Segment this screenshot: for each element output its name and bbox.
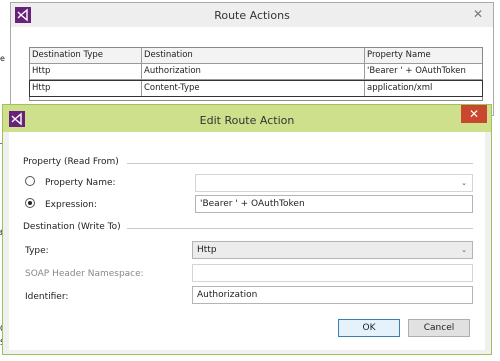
chevron-down-icon: ⌄: [461, 246, 467, 254]
route-actions-titlebar[interactable]: Route Actions ✕: [11, 3, 493, 27]
column-header-destination[interactable]: Destination: [142, 48, 365, 63]
cell-destination-type: Http: [30, 81, 142, 96]
property-name-select[interactable]: ⌄: [195, 174, 473, 192]
background-text: e: [0, 54, 5, 63]
dialog-body: Property (Read From) Property Name: ⌄ Ex…: [9, 132, 485, 350]
close-icon[interactable]: ✕: [469, 6, 487, 22]
expression-label: Expression:: [45, 200, 97, 210]
cell-property-name: application/xml: [367, 83, 433, 93]
type-label: Type:: [25, 246, 49, 256]
expression-radio[interactable]: [25, 198, 35, 208]
cell-destination: Authorization: [142, 64, 365, 79]
type-select[interactable]: Http ⌄: [192, 241, 473, 259]
soap-header-namespace-label: SOAP Header Namespace:: [25, 269, 144, 279]
identifier-label: Identifier:: [25, 292, 69, 302]
type-value: Http: [197, 245, 217, 255]
property-name-radio[interactable]: [25, 176, 35, 186]
cell-property-name: 'Bearer ' + OAuthToken: [367, 66, 466, 76]
cancel-button[interactable]: Cancel: [408, 319, 470, 337]
property-name-label: Property Name:: [45, 178, 116, 188]
section-divider: [127, 228, 473, 229]
route-actions-grid[interactable]: Destination Type Destination Property Na…: [29, 47, 483, 101]
soap-header-namespace-field[interactable]: [192, 264, 473, 282]
close-icon[interactable]: ✕: [461, 105, 487, 123]
cell-destination-type: Http: [30, 64, 142, 79]
edit-route-action-title: Edit Route Action: [199, 114, 295, 127]
ok-button[interactable]: OK: [338, 319, 400, 337]
column-header-property-name[interactable]: Property Name: [365, 48, 482, 63]
edit-route-action-titlebar[interactable]: Edit Route Action ✕: [3, 105, 491, 132]
identifier-field[interactable]: Authorization: [192, 286, 473, 304]
grid-header-row: Destination Type Destination Property Na…: [30, 48, 482, 64]
destination-section-label: Destination (Write To): [23, 222, 121, 232]
chevron-down-icon: ⌄: [461, 179, 467, 187]
route-actions-title: Route Actions: [214, 9, 290, 22]
route-actions-dialog: Route Actions ✕ Destination Type Destina…: [10, 2, 494, 116]
cell-destination: Content-Type: [142, 81, 365, 96]
table-row[interactable]: Http Authorization 'Bearer ' + OAuthToke…: [30, 64, 482, 80]
property-section-label: Property (Read From): [23, 157, 119, 167]
column-header-destination-type[interactable]: Destination Type: [30, 48, 142, 63]
expression-field[interactable]: 'Bearer ' + OAuthToken: [195, 195, 473, 213]
section-divider: [127, 163, 473, 164]
edit-route-action-dialog: Edit Route Action ✕ Property (Read From)…: [2, 104, 492, 355]
table-row[interactable]: Http Content-Type application/xml: [29, 80, 483, 97]
